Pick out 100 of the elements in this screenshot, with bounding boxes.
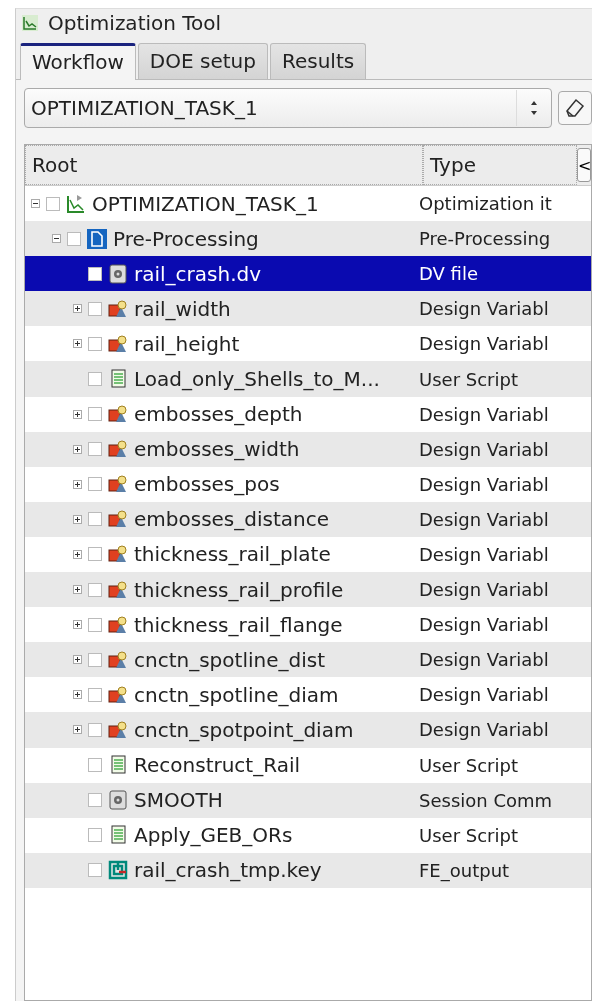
variable-icon (108, 474, 128, 495)
collapse-icon[interactable] (52, 234, 61, 244)
item-name: embosses_depth (134, 402, 303, 427)
checkbox[interactable] (88, 301, 102, 316)
checkbox[interactable] (88, 372, 102, 386)
item-type: User Script (418, 368, 518, 390)
item-type: Design Variabl (418, 298, 549, 320)
script-icon (108, 369, 128, 389)
variable-icon (108, 509, 128, 530)
item-type: Design Variabl (418, 438, 549, 460)
item-type: User Script (418, 754, 518, 776)
item-type: FE_output (418, 859, 510, 881)
collapse-button[interactable]: < (577, 148, 591, 182)
item-type: User Script (418, 824, 518, 846)
checkbox[interactable] (88, 547, 102, 562)
variable-icon (108, 333, 128, 354)
checkbox[interactable] (88, 722, 102, 737)
item-name: thickness_rail_flange (134, 612, 343, 637)
item-type: Design Variabl (418, 684, 549, 706)
tree-row[interactable]: Pre-Processing Pre-Processing (25, 221, 591, 257)
variable-icon (108, 649, 128, 670)
item-name: embosses_distance (134, 507, 330, 532)
checkbox[interactable] (88, 793, 102, 808)
tree-row[interactable]: thickness_rail_profile Design Variabl (25, 572, 591, 608)
item-type: Design Variabl (418, 544, 549, 565)
checkbox[interactable] (88, 652, 102, 667)
item-type: Design Variabl (418, 333, 549, 355)
gear-file-icon (108, 790, 128, 811)
collapse-icon[interactable] (31, 199, 40, 209)
checkbox[interactable] (88, 828, 102, 843)
column-header[interactable]: Root (25, 145, 423, 185)
tree-row[interactable]: rail_crash.dv DV file (25, 256, 591, 292)
tree-row[interactable]: Load_only_Shells_to_M... User Script (25, 361, 591, 397)
item-type: Design Variabl (418, 649, 549, 671)
tab[interactable]: Results (269, 43, 367, 79)
expand-icon[interactable] (73, 585, 82, 595)
variable-icon (108, 298, 128, 319)
expand-icon[interactable] (73, 514, 82, 524)
expand-icon[interactable] (73, 620, 82, 630)
tree-row[interactable]: cnctn_spotpoint_diam Design Variabl (25, 712, 591, 748)
checkbox[interactable] (88, 687, 102, 702)
item-name: rail_height (134, 331, 240, 356)
checkbox[interactable] (88, 407, 102, 422)
variable-icon (108, 544, 128, 565)
checkbox[interactable] (46, 196, 60, 211)
item-type: Design Variabl (418, 403, 549, 425)
variable-icon (108, 579, 128, 600)
tree-row[interactable]: cnctn_spotline_dist Design Variabl (25, 642, 591, 678)
variable-icon (108, 719, 128, 740)
variable-icon (108, 439, 128, 460)
expand-icon[interactable] (73, 725, 82, 735)
item-name: Apply_GEB_ORs (134, 823, 293, 848)
checkbox[interactable] (88, 477, 102, 492)
expand-icon[interactable] (73, 304, 82, 314)
eraser-icon (564, 97, 586, 119)
tab[interactable]: DOE setup (137, 43, 268, 79)
item-type: Design Variabl (418, 614, 549, 636)
item-name: rail_crash.dv (134, 261, 262, 286)
expand-icon[interactable] (73, 550, 82, 559)
script-icon (108, 825, 128, 846)
variable-icon (108, 614, 128, 635)
checkbox[interactable] (88, 582, 102, 597)
item-type: Session Comm (418, 789, 553, 811)
checkbox[interactable] (88, 758, 102, 773)
gear-file-icon (108, 263, 128, 284)
checkbox[interactable] (88, 617, 102, 632)
tree-row[interactable]: embosses_distance Design Variabl (25, 501, 591, 537)
checkbox[interactable] (88, 442, 102, 457)
window-title: Optimization Tool (48, 11, 222, 35)
checkbox[interactable] (88, 336, 102, 351)
checkbox[interactable] (88, 863, 102, 878)
expand-icon[interactable] (73, 690, 82, 700)
item-type: Design Variabl (418, 508, 549, 530)
expand-icon[interactable] (73, 655, 82, 665)
task-dropdown[interactable]: OPTIMIZATION_TASK_1 (24, 88, 552, 128)
tree-row[interactable]: rail_width Design Variabl (25, 291, 591, 327)
script-icon (108, 755, 128, 776)
document-icon (87, 228, 107, 249)
item-name: Load_only_Shells_to_M... (134, 367, 380, 391)
expand-icon[interactable] (73, 479, 82, 489)
checkbox[interactable] (88, 266, 102, 281)
checkbox[interactable] (88, 512, 102, 527)
eraser-button[interactable] (558, 91, 592, 125)
expand-icon[interactable] (73, 409, 82, 419)
checkbox[interactable] (67, 231, 81, 246)
tree-row[interactable]: SMOOTH Session Comm (25, 782, 591, 818)
expand-icon[interactable] (73, 444, 82, 454)
item-name: rail_crash_tmp.key (134, 858, 322, 883)
tree-row[interactable]: rail_crash_tmp.key FE_output (25, 852, 591, 888)
tab[interactable]: Workflow (20, 43, 136, 80)
item-name: cnctn_spotline_dist (134, 647, 325, 672)
item-name: cnctn_spotpoint_diam (134, 717, 354, 742)
expand-icon[interactable] (73, 339, 82, 349)
item-name: OPTIMIZATION_TASK_1 (92, 191, 319, 216)
item-type: Design Variabl (418, 719, 549, 741)
item-name: Pre-Processing (113, 226, 259, 251)
item-type: Design Variabl (418, 473, 549, 495)
tree-row[interactable]: embosses_width Design Variabl (25, 431, 591, 467)
item-type: Pre-Processing (418, 228, 551, 250)
item-name: thickness_rail_profile (134, 577, 344, 602)
